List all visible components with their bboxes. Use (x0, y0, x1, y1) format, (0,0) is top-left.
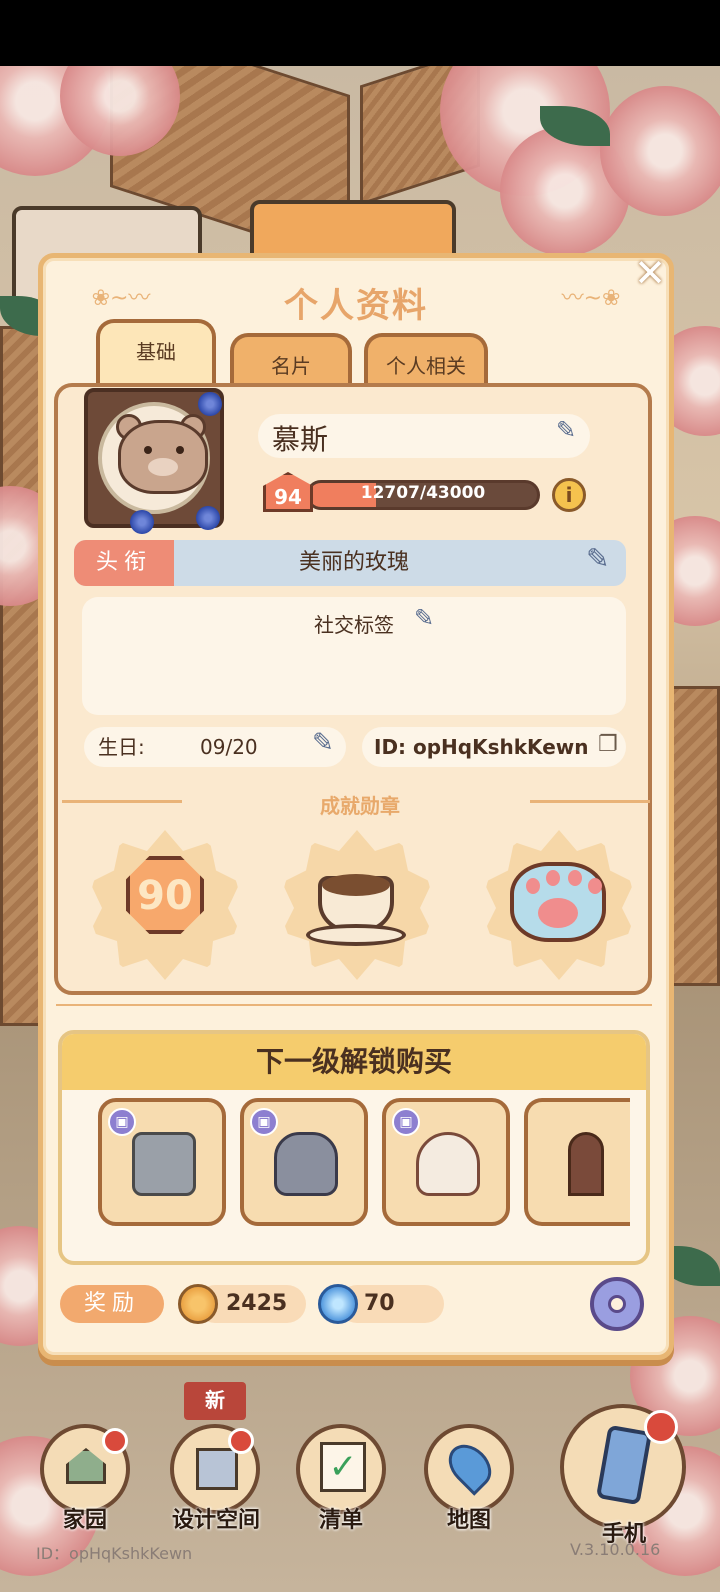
info-icon[interactable]: i (552, 478, 586, 512)
edit-birthday-pencil-icon[interactable]: ✎ (312, 728, 334, 758)
gem-amount: 70 (364, 1291, 395, 1316)
nav-home-label: 家园 (62, 1508, 107, 1533)
social-tags-label: 社交标签 (314, 613, 394, 637)
flower-decoration (600, 86, 720, 216)
blue-rose-icon (198, 392, 222, 416)
title-value: 美丽的玫瑰 (298, 550, 409, 575)
paw-toe (546, 870, 560, 886)
bear-snout (148, 458, 178, 476)
shelf-icon (568, 1132, 604, 1196)
gear-hole (608, 1295, 626, 1313)
unlock-item-mixer[interactable]: ▣ (382, 1098, 510, 1226)
notification-dot (228, 1428, 254, 1454)
unlock-title: 下一级解锁购买 (62, 1034, 646, 1090)
nav-list-button[interactable]: ✓ (296, 1424, 386, 1514)
unlock-item-fryer[interactable]: ▣ (98, 1098, 226, 1226)
bear-eye (144, 446, 152, 454)
edit-name-pencil-icon[interactable]: ✎ (556, 416, 576, 444)
fryer-icon (132, 1132, 196, 1196)
tab-basic[interactable]: 基础 (96, 319, 216, 389)
edit-tags-pencil-icon[interactable]: ✎ (414, 604, 434, 632)
stand-mixer-icon (416, 1132, 480, 1196)
checklist-icon: ✓ (320, 1442, 366, 1492)
furniture-badge-icon: ▣ (392, 1108, 420, 1136)
furniture-badge-icon: ▣ (108, 1108, 136, 1136)
footer-player-id: ID：opHqKshkKewn (36, 1544, 193, 1563)
bear-eye (176, 446, 184, 454)
social-tags-box[interactable]: 社交标签 (82, 597, 626, 715)
furniture-badge-icon: ▣ (250, 1108, 278, 1136)
nav-map-label: 地图 (446, 1508, 491, 1533)
player-name: 慕斯 (272, 423, 329, 456)
copy-id-icon[interactable]: ❐ (598, 732, 618, 757)
settings-gear-icon[interactable] (590, 1277, 644, 1331)
armchair-icon (274, 1132, 338, 1196)
player-id-field: ID: opHqKshkKewn (362, 727, 626, 767)
blue-rose-icon (130, 510, 154, 534)
notification-dot (102, 1428, 128, 1454)
birthday-label: 生日: (98, 735, 145, 759)
nav-map-button[interactable] (424, 1424, 514, 1514)
house-icon (66, 1448, 106, 1484)
blueprint-icon (196, 1448, 238, 1490)
phone-icon (595, 1424, 653, 1506)
nav-list-label: 清单 (318, 1508, 363, 1533)
title-label: 头衔 (74, 540, 174, 586)
coin-amount: 2425 (226, 1291, 288, 1316)
paw-toe (526, 878, 540, 894)
bear-avatar-icon (118, 420, 208, 494)
coin-icon (178, 1284, 218, 1324)
paw-toe (588, 878, 602, 894)
notification-dot (644, 1410, 678, 1444)
level-90-medal-icon: 90 (126, 856, 204, 934)
nav-design-label: 设计空间 (171, 1508, 260, 1533)
footer-version: V.3.10.0.16 (570, 1540, 661, 1559)
close-button[interactable]: ✕ (630, 253, 670, 293)
paw-toe (568, 870, 582, 886)
coffee-saucer (306, 924, 406, 946)
blue-rose-icon (196, 506, 220, 530)
new-badge: 新 (184, 1382, 246, 1420)
achievements-title: 成就勋章 (320, 794, 400, 818)
player-id: ID: opHqKshkKewn (374, 735, 589, 759)
swirl-gem-icon (318, 1284, 358, 1324)
coffee-latte-art (322, 874, 390, 896)
birthday-value: 09/20 (200, 735, 258, 759)
divider-line (56, 1004, 652, 1006)
unlock-item-shelf[interactable] (524, 1098, 630, 1226)
map-pin-icon (440, 1436, 500, 1496)
paw-pad (538, 898, 578, 928)
edit-title-pencil-icon[interactable]: ✎ (586, 542, 609, 575)
title-row: 头衔 美丽的玫瑰 (74, 540, 626, 586)
xp-text: 12707/43000 (360, 483, 486, 503)
unlock-item-armchair[interactable]: ▣ (240, 1098, 368, 1226)
birthday-field: 生日: 09/20 (84, 727, 346, 767)
reward-label: 奖励 (60, 1285, 164, 1323)
